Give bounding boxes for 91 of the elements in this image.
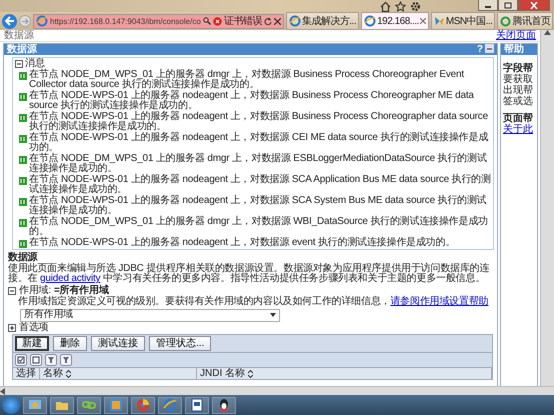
page-help-title: 页面帮	[503, 113, 534, 124]
message-text: 在节点 NODE-WPS-01 上的服务器 nodeagent 上，对数据源 CEI ME data source 执行的测试连接操作是成功的。	[29, 132, 490, 153]
message-text: 在节点 NODE-WPS-01 上的服务器 nodeagent 上，对数据源 Business Process Choreographer data source 执行的测试连接操作是成功的。	[29, 112, 489, 132]
filter-edit-icon[interactable]	[60, 354, 72, 366]
help-text: 签或选	[503, 96, 534, 107]
help-mark[interactable]: ?	[476, 44, 483, 55]
home-icon[interactable]	[380, 0, 391, 12]
browser-icon	[364, 15, 376, 27]
window-icon	[108, 397, 124, 413]
action-button[interactable]: 测试连接	[91, 336, 145, 351]
scope-label: 作用域:	[19, 286, 51, 296]
scope-dropdown[interactable]: 所有作用域	[20, 308, 280, 322]
browser-tab[interactable]: 腾讯首页	[497, 12, 554, 30]
message-text: 在节点 NODE-WPS-01 上的服务器 nodeagent 上，对数据源 SCA Application Bus ME data source 执行的测试连接操作是成功的。	[29, 174, 491, 195]
messages-title: 消息	[25, 59, 45, 69]
success-icon	[19, 72, 27, 80]
taskbar-button[interactable]	[185, 396, 209, 414]
vertical-scrollbar[interactable]	[540, 30, 554, 386]
success-icon	[19, 176, 27, 184]
success-icon	[19, 156, 27, 164]
scope-value: =所有作用域	[54, 286, 109, 296]
success-icon	[19, 134, 27, 142]
select-all-icon[interactable]	[15, 354, 27, 366]
deselect-all-icon[interactable]	[30, 354, 42, 366]
message-text: 在节点 NODE_DM_WPS_01 上的服务器 dmgr 上，对数据源 ESBLoggerMediationDataSource 执行的测试连接操作是成功的。	[29, 154, 487, 174]
help-title: 帮助	[504, 44, 524, 55]
settings-icon[interactable]	[410, 0, 421, 12]
success-icon	[19, 92, 27, 100]
taskbar-button[interactable]	[212, 396, 236, 414]
field-help-title: 字段帮	[503, 63, 534, 74]
close-icon[interactable]	[420, 18, 426, 24]
message-text: 在节点 NODE-WPS-01 上的服务器 nodeagent 上，对数据源 Business Process Choreographer ME data source 执行的测试连接操作是成功的。	[29, 90, 475, 111]
column-header[interactable]: 名称	[40, 368, 197, 379]
scope-help-link[interactable]: 请参阅作用域设置帮助	[390, 296, 488, 307]
page-help-link[interactable]: 关于此	[503, 124, 535, 135]
panel-title: 数据源	[7, 44, 37, 55]
address-bar[interactable]: https://192.168.0.147:9043/ibm/console/co 证书错误	[33, 14, 284, 28]
star-icon[interactable]	[395, 0, 406, 12]
filter-icon[interactable]	[45, 354, 57, 366]
document-icon	[189, 397, 205, 413]
sort-icon[interactable]	[66, 370, 71, 378]
ring-icon	[500, 16, 512, 26]
browser-tab[interactable]: 集成解决方...	[286, 12, 360, 30]
minimize-button[interactable]	[478, 0, 498, 11]
success-icon	[19, 198, 27, 206]
collapse-icon[interactable]	[15, 60, 23, 68]
message-text: 在节点 NODE_DM_WPS_01 上的服务器 dmgr 上，对数据源 Business Process Choreographer Event Collector data source 执行的测试连接操作是成功的。	[29, 70, 466, 90]
collapse-icon[interactable]	[8, 286, 16, 295]
action-button[interactable]: 管理状态...	[149, 336, 212, 351]
help-text: 出现帮	[503, 85, 534, 96]
search-icon[interactable]	[202, 17, 211, 25]
browser-tab[interactable]: MSN中国...	[430, 12, 496, 30]
message-text: 在节点 NODE_DM_WPS_01 上的服务器 dmgr 上，对数据源 WBI_DataSource 执行的测试连接操作是成功的。	[29, 216, 489, 237]
browser-icon	[288, 15, 301, 27]
success-icon	[19, 114, 27, 122]
error-icon[interactable]	[212, 16, 222, 26]
close-icon[interactable]	[274, 18, 281, 24]
browser-icon	[162, 397, 178, 413]
column-header[interactable]: 选择	[13, 368, 40, 379]
close-button[interactable]	[518, 0, 550, 11]
preferences-label: 首选项	[19, 322, 48, 333]
expand-icon[interactable]	[8, 324, 16, 332]
message-text: 在节点 NODE-WPS-01 上的服务器 nodeagent 上，对数据源 event 执行的测试连接操作是成功的。	[29, 238, 456, 248]
scope-help-text: 作用域指定资源定义可视的级别。要获得有关作用域的内容以及如何工作的详细信息，请参阅作用域设置帮助	[17, 297, 490, 308]
breadcrumb: 数据源	[4, 30, 34, 41]
success-icon	[19, 240, 27, 248]
caret-icon	[270, 313, 276, 317]
action-button[interactable]: 删除	[53, 336, 87, 351]
description-text: 使用此页面来编辑与所选 JDBC 提供程序相关联的数据源设置。数据源对象为应用程序提供用于访问数据库的连接。在 guided activity 中学习有关任务的更多内容。指导性活动提供任务步骤列表和关于主题的更多一般信息。	[8, 264, 490, 284]
minimize-icon[interactable]	[485, 44, 494, 53]
maximize-button[interactable]	[498, 0, 518, 11]
close-page-link[interactable]: 关闭页面	[496, 30, 536, 41]
guided-activity-link[interactable]: guided activity	[40, 273, 100, 284]
horizontal-scrollbar[interactable]	[0, 386, 554, 395]
page-icon	[36, 15, 48, 27]
url-text: https://192.168.0.147:9043/ibm/console/co	[50, 16, 201, 26]
butterfly-icon	[434, 16, 445, 26]
sort-icon[interactable]	[248, 370, 253, 378]
help-text: 要获取	[503, 74, 534, 85]
maximize-icon[interactable]	[504, 2, 512, 8]
up-arrow-icon[interactable]	[544, 30, 551, 35]
message-text: 在节点 NODE-WPS-01 上的服务器 nodeagent 上，对数据源 SCA System Bus ME data source 执行的测试连接操作是成功的。	[29, 196, 487, 216]
action-button[interactable]: 新建	[15, 336, 49, 351]
success-icon	[19, 218, 27, 226]
browser-tab[interactable]: 192.168....	[361, 12, 429, 30]
certificate-error-text[interactable]: 证书错误	[224, 14, 262, 28]
refresh-icon[interactable]	[264, 17, 272, 25]
start-button[interactable]	[2, 396, 20, 414]
left-arrow-icon[interactable]	[0, 388, 5, 394]
column-header[interactable]: JNDI 名称	[197, 368, 492, 379]
section-title: 数据源	[8, 253, 38, 263]
